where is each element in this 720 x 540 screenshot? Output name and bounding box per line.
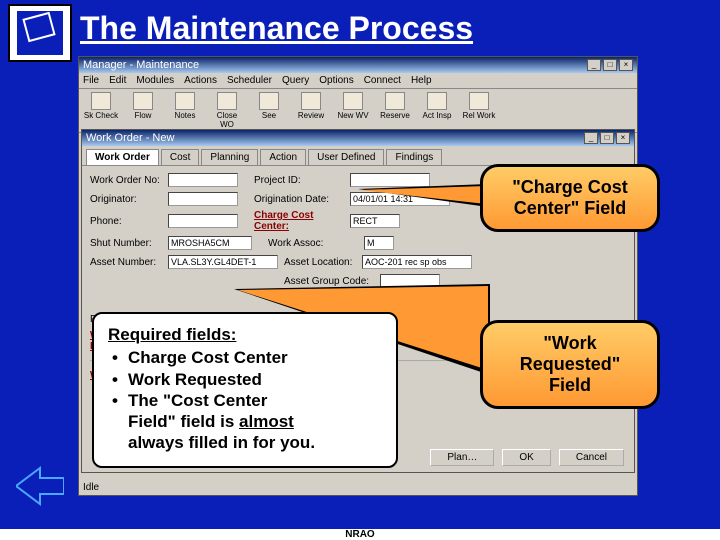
lbl-shut: Shut Number:: [90, 238, 168, 249]
tab-cost[interactable]: Cost: [161, 149, 200, 165]
tool-review[interactable]: Review: [293, 92, 329, 129]
tool-notes[interactable]: Notes: [167, 92, 203, 129]
slide-header: NRAO The Maintenance Process: [0, 0, 720, 62]
prev-arrow-icon[interactable]: [16, 466, 64, 506]
lbl-work-assoc: Work Assoc:: [268, 238, 364, 249]
menu-modules[interactable]: Modules: [136, 75, 174, 86]
tab-action[interactable]: Action: [260, 149, 306, 165]
tool-flow[interactable]: Flow: [125, 92, 161, 129]
tool-actinsp[interactable]: Act Insp: [419, 92, 455, 129]
callout-work-requested: "WorkRequested"Field: [480, 320, 660, 409]
lbl-wono: Work Order No:: [90, 175, 168, 186]
tab-user-defined[interactable]: User Defined: [308, 149, 384, 165]
tool-closewo[interactable]: Close WO: [209, 92, 245, 129]
menu-help[interactable]: Help: [411, 75, 432, 86]
close-icon[interactable]: ×: [619, 59, 633, 71]
minimize-icon[interactable]: _: [587, 59, 601, 71]
tab-planning[interactable]: Planning: [201, 149, 258, 165]
tab-findings[interactable]: Findings: [386, 149, 442, 165]
tool-see[interactable]: See: [251, 92, 287, 129]
menu-edit[interactable]: Edit: [109, 75, 126, 86]
tool-skcheck[interactable]: Sk Check: [83, 92, 119, 129]
fld-work-assoc[interactable]: M: [364, 236, 394, 250]
fld-asset-no[interactable]: VLA.SL3Y.GL4DET-1: [168, 255, 278, 269]
subwin-titlebar: Work Order - New _ □ ×: [82, 130, 634, 146]
lbl-orig-date: Origination Date:: [254, 194, 350, 205]
menu-scheduler[interactable]: Scheduler: [227, 75, 272, 86]
lbl-asset-loc: Asset Location:: [284, 257, 362, 268]
fld-originator[interactable]: [168, 192, 238, 206]
statusbar: Idle: [83, 482, 99, 493]
sub-minimize-icon[interactable]: _: [584, 132, 598, 144]
lbl-proj: Project ID:: [254, 175, 350, 186]
fld-shut[interactable]: MROSHA5CM: [168, 236, 252, 250]
fld-asset-loc[interactable]: AOC-201 rec sp obs: [362, 255, 472, 269]
req-item-2: Work Requested: [108, 369, 382, 390]
sub-close-icon[interactable]: ×: [616, 132, 630, 144]
req-item-3: The "Cost Center Field" field is almost …: [108, 390, 382, 454]
fld-phone[interactable]: [168, 214, 238, 228]
tool-newwv[interactable]: New WV: [335, 92, 371, 129]
dialog-buttons: Plan… OK Cancel: [430, 449, 624, 466]
maximize-icon[interactable]: □: [603, 59, 617, 71]
callout-charge-cost-center: "Charge CostCenter" Field: [480, 164, 660, 232]
toolbar: Sk Check Flow Notes Close WO See Review …: [79, 89, 637, 133]
cancel-button[interactable]: Cancel: [559, 449, 624, 466]
sub-maximize-icon[interactable]: □: [600, 132, 614, 144]
app-titlebar: Manager - Maintenance _ □ ×: [79, 57, 637, 73]
menu-actions[interactable]: Actions: [184, 75, 217, 86]
menu-connect[interactable]: Connect: [364, 75, 401, 86]
lbl-phone: Phone:: [90, 216, 168, 227]
lbl-ccc: Charge Cost Center:: [254, 210, 350, 232]
tab-work-order[interactable]: Work Order: [86, 149, 159, 165]
plan-button[interactable]: Plan…: [430, 449, 494, 466]
req-item-1: Charge Cost Center: [108, 347, 382, 368]
ok-button[interactable]: OK: [502, 449, 550, 466]
lbl-originator: Originator:: [90, 194, 168, 205]
menu-file[interactable]: File: [83, 75, 99, 86]
tab-row: Work Order Cost Planning Action User Def…: [82, 146, 634, 166]
logo-label: NRAO: [0, 529, 720, 540]
fld-ccc[interactable]: RECT: [350, 214, 400, 228]
required-fields-box: Required fields: Charge Cost Center Work…: [92, 312, 398, 468]
infobox-heading: Required fields:: [108, 324, 382, 345]
nrao-logo: NRAO: [8, 4, 72, 62]
fld-wono[interactable]: [168, 173, 238, 187]
subwin-title: Work Order - New: [86, 132, 174, 144]
tool-relwork[interactable]: Rel Work: [461, 92, 497, 129]
app-title: Manager - Maintenance: [83, 59, 199, 71]
slide-title: The Maintenance Process: [80, 10, 473, 47]
menu-query[interactable]: Query: [282, 75, 309, 86]
lbl-asset-no: Asset Number:: [90, 257, 168, 268]
menu-options[interactable]: Options: [319, 75, 353, 86]
tool-reserve[interactable]: Reserve: [377, 92, 413, 129]
menubar: File Edit Modules Actions Scheduler Quer…: [79, 73, 637, 89]
